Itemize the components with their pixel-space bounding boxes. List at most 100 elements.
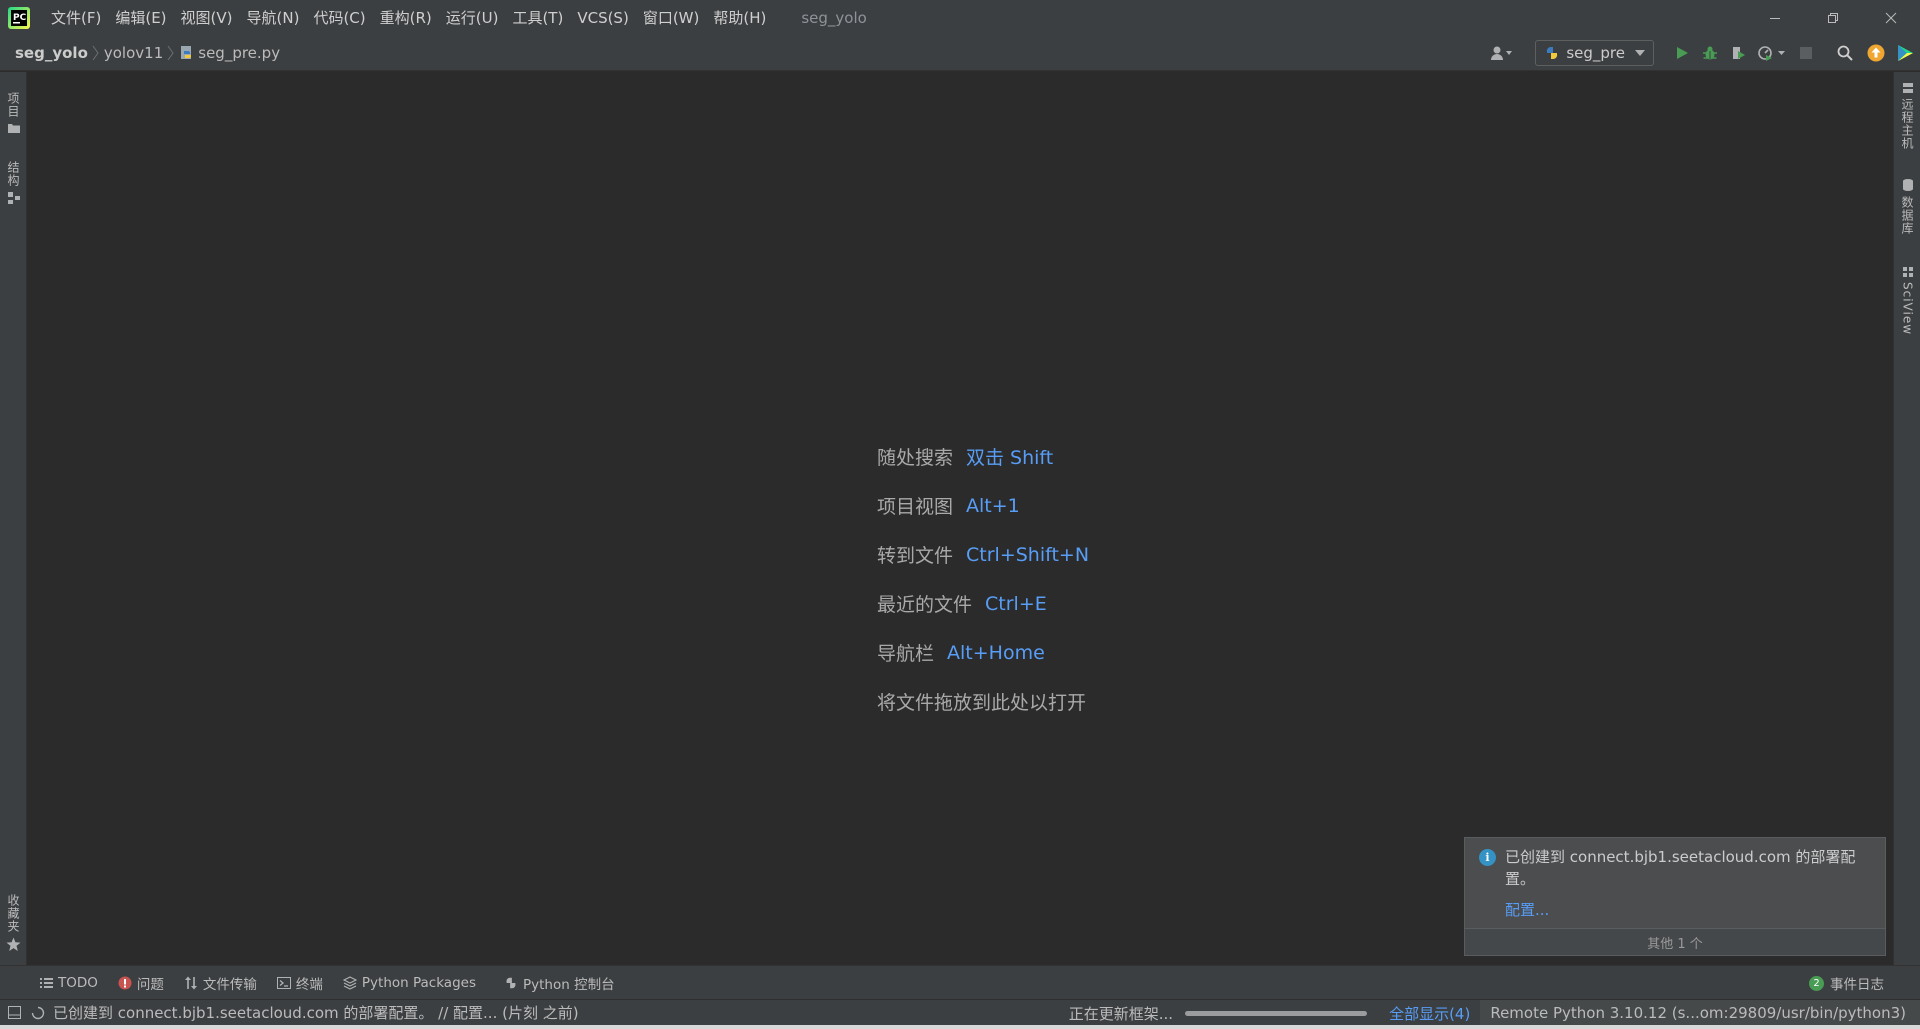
- window-controls: [1746, 0, 1920, 35]
- terminal-tool-button[interactable]: 终端: [267, 966, 333, 1000]
- problems-tool-button[interactable]: 问题: [108, 966, 174, 1000]
- hint-navigation-bar: 导航栏 Alt+Home: [877, 628, 1099, 677]
- breadcrumb-file[interactable]: seg_pre.py: [198, 44, 280, 62]
- hint-label: 项目视图: [877, 496, 954, 518]
- breadcrumb-separator-icon: [88, 43, 104, 63]
- minimize-button[interactable]: [1746, 0, 1804, 35]
- hint-shortcut: Ctrl+Shift+N: [966, 543, 1090, 566]
- file-transfer-label: 文件传输: [202, 976, 257, 993]
- python-packages-tool-button[interactable]: Python Packages: [333, 966, 486, 1000]
- remote-host-tab-label: 远程主机: [1900, 98, 1914, 150]
- minimize-icon: [1770, 17, 1780, 19]
- project-tab-label: 项目: [6, 92, 20, 118]
- menu-navigate[interactable]: 导航(N): [240, 7, 307, 28]
- notification-text: 已创建到 connect.bjb1.seetacloud.com 的部署配置。: [1505, 848, 1856, 888]
- file-transfer-tool-button[interactable]: 文件传输: [174, 966, 267, 1000]
- run-icon: [1677, 47, 1688, 59]
- menu-run[interactable]: 运行(U): [439, 7, 506, 28]
- todo-label: TODO: [58, 974, 98, 991]
- menu-edit[interactable]: 编辑(E): [108, 7, 173, 28]
- menu-view[interactable]: 视图(V): [174, 7, 240, 28]
- ide-update-button[interactable]: [1862, 35, 1890, 71]
- close-window-button[interactable]: [1862, 0, 1920, 35]
- database-tool-tab[interactable]: 数据库: [1897, 178, 1918, 242]
- window-title: seg_yolo: [801, 8, 867, 27]
- hint-label: 随处搜索: [877, 447, 954, 469]
- list-icon: [40, 977, 53, 989]
- chevron-down-icon: [1635, 50, 1645, 56]
- plugin-logo-icon: [1898, 45, 1913, 61]
- server-icon: [1902, 83, 1913, 93]
- event-count-badge: 2: [1809, 975, 1824, 991]
- breadcrumb-separator-icon: [163, 43, 179, 63]
- menu-refactor[interactable]: 重构(R): [373, 7, 439, 28]
- hint-label: 转到文件: [877, 545, 954, 567]
- problems-label: 问题: [136, 976, 164, 993]
- deployment-notification: i 已创建到 connect.bjb1.seetacloud.com 的部署配置…: [1464, 837, 1886, 956]
- hint-search-everywhere: 随处搜索 双击 Shift: [877, 432, 1099, 481]
- breadcrumb-project[interactable]: seg_yolo: [15, 44, 88, 62]
- more-notifications-label: 其他 1 个: [1647, 936, 1703, 952]
- todo-tool-button[interactable]: TODO: [30, 966, 108, 1000]
- python-console-icon: [504, 976, 518, 990]
- coverage-button[interactable]: [1724, 35, 1752, 71]
- structure-icon: [7, 192, 20, 204]
- jetbrains-plugin-button[interactable]: [1890, 35, 1920, 71]
- navigation-bar: seg_yolo yolov11 seg_pre.py seg_pre: [0, 35, 1920, 71]
- hint-shortcut: Alt+Home: [947, 641, 1045, 664]
- menu-tools[interactable]: 工具(T): [505, 7, 570, 28]
- background-task-label: 正在更新框架...: [1068, 1004, 1174, 1023]
- menu-window[interactable]: 窗口(W): [636, 7, 707, 28]
- python-console-tool-button[interactable]: Python 控制台: [494, 966, 625, 1000]
- terminal-label: 终端: [295, 976, 323, 993]
- taskbar-edge: [0, 1025, 1920, 1029]
- more-notifications-button[interactable]: 其他 1 个: [1465, 928, 1885, 955]
- hint-label: 最近的文件: [877, 594, 973, 616]
- status-bar: 已创建到 connect.bjb1.seetacloud.com 的部署配置。 …: [0, 999, 1920, 1026]
- hint-goto-file: 转到文件 Ctrl+Shift+N: [877, 530, 1099, 579]
- stop-button[interactable]: [1792, 35, 1820, 71]
- empty-editor-hints: 随处搜索 双击 Shift 项目视图 Alt+1 转到文件 Ctrl+Shift…: [877, 432, 1099, 726]
- stop-icon: [1800, 47, 1812, 59]
- hint-shortcut: Alt+1: [966, 494, 1020, 517]
- structure-tool-tab[interactable]: 结构: [3, 152, 24, 214]
- status-right-area: 正在更新框架... 全部显示(4) Remote Python 3.10.12 …: [1069, 1000, 1920, 1026]
- run-button[interactable]: [1668, 35, 1696, 71]
- right-tool-strip: 远程主机 数据库 SciView: [1893, 72, 1920, 965]
- project-tool-tab[interactable]: 项目: [3, 82, 24, 144]
- show-all-tasks-link[interactable]: 全部显示(4): [1389, 1003, 1470, 1024]
- python-interpreter-selector[interactable]: Remote Python 3.10.12 (s...om:29809/usr/…: [1480, 1000, 1920, 1026]
- run-config-selector[interactable]: seg_pre: [1535, 40, 1654, 66]
- transfer-arrows-icon: [184, 976, 198, 990]
- spinner-icon: [31, 1006, 45, 1020]
- background-task-progress[interactable]: [1185, 1010, 1368, 1016]
- svg-text:PC: PC: [13, 13, 27, 23]
- menu-code[interactable]: 代码(C): [306, 7, 372, 28]
- hint-project-view: 项目视图 Alt+1: [877, 481, 1099, 530]
- bug-icon: [1703, 46, 1717, 60]
- menu-vcs[interactable]: VCS(S): [570, 9, 635, 27]
- profile-button[interactable]: [1752, 35, 1792, 71]
- status-message[interactable]: 已创建到 connect.bjb1.seetacloud.com 的部署配置。 …: [53, 1002, 579, 1023]
- grid-icon: [1902, 267, 1913, 277]
- remote-host-tool-tab[interactable]: 远程主机: [1897, 82, 1918, 162]
- coverage-icon: [1733, 47, 1745, 59]
- sciview-tool-tab[interactable]: SciView: [1897, 266, 1918, 340]
- editor-empty-area[interactable]: 随处搜索 双击 Shift 项目视图 Alt+1 转到文件 Ctrl+Shift…: [27, 72, 1893, 965]
- configure-link[interactable]: 配置...: [1505, 899, 1549, 920]
- close-icon: [1885, 12, 1897, 23]
- event-log-tool-button[interactable]: 2 事件日志: [1809, 966, 1884, 1000]
- debug-button[interactable]: [1696, 35, 1724, 71]
- toggle-tool-windows-icon[interactable]: [8, 1006, 21, 1019]
- menu-help[interactable]: 帮助(H): [706, 7, 773, 28]
- account-button[interactable]: [1483, 35, 1521, 71]
- menu-file[interactable]: 文件(F): [44, 7, 108, 28]
- restore-icon: [1828, 12, 1838, 23]
- restore-button[interactable]: [1804, 0, 1862, 35]
- profiler-dropdown-icon: [1758, 46, 1785, 61]
- search-everywhere-button[interactable]: [1828, 35, 1862, 71]
- favorites-tool-tab[interactable]: 收藏夹: [3, 887, 24, 959]
- search-icon: [1837, 45, 1853, 61]
- progress-fill: [1185, 1010, 1368, 1016]
- breadcrumb-folder[interactable]: yolov11: [104, 44, 163, 62]
